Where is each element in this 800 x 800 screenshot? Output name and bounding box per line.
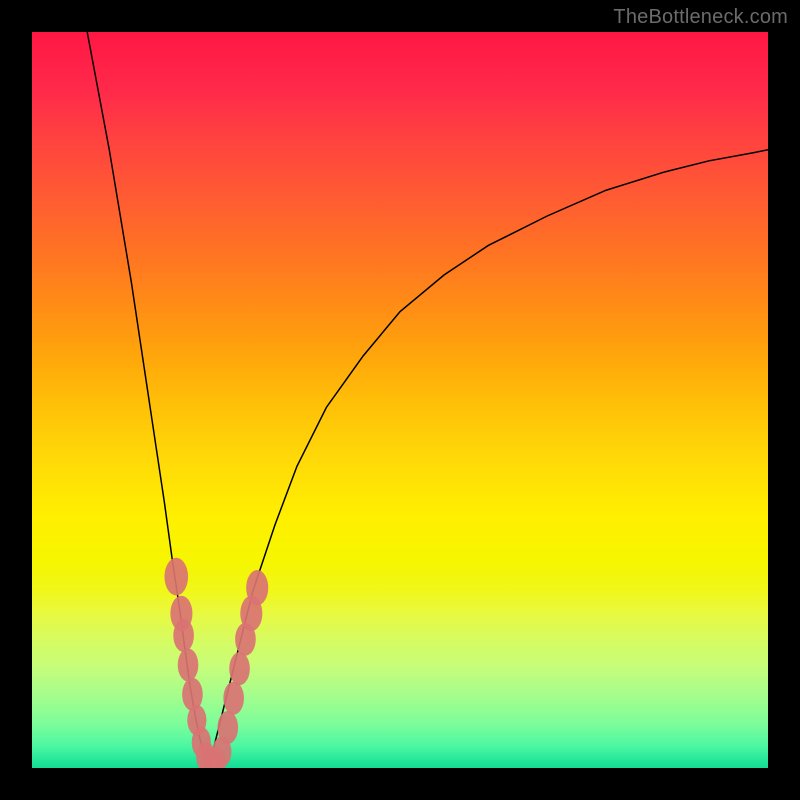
watermark-text: TheBottleneck.com (613, 6, 788, 29)
data-marker (164, 558, 188, 596)
plot-area (32, 32, 768, 768)
data-marker (173, 619, 194, 652)
data-marker (223, 682, 244, 715)
data-marker (229, 652, 250, 685)
data-marker (178, 648, 199, 681)
chart-frame: TheBottleneck.com (0, 0, 800, 800)
data-marker (246, 570, 268, 605)
chart-svg (32, 32, 768, 768)
data-marker (217, 711, 238, 744)
right-curve (209, 150, 768, 768)
